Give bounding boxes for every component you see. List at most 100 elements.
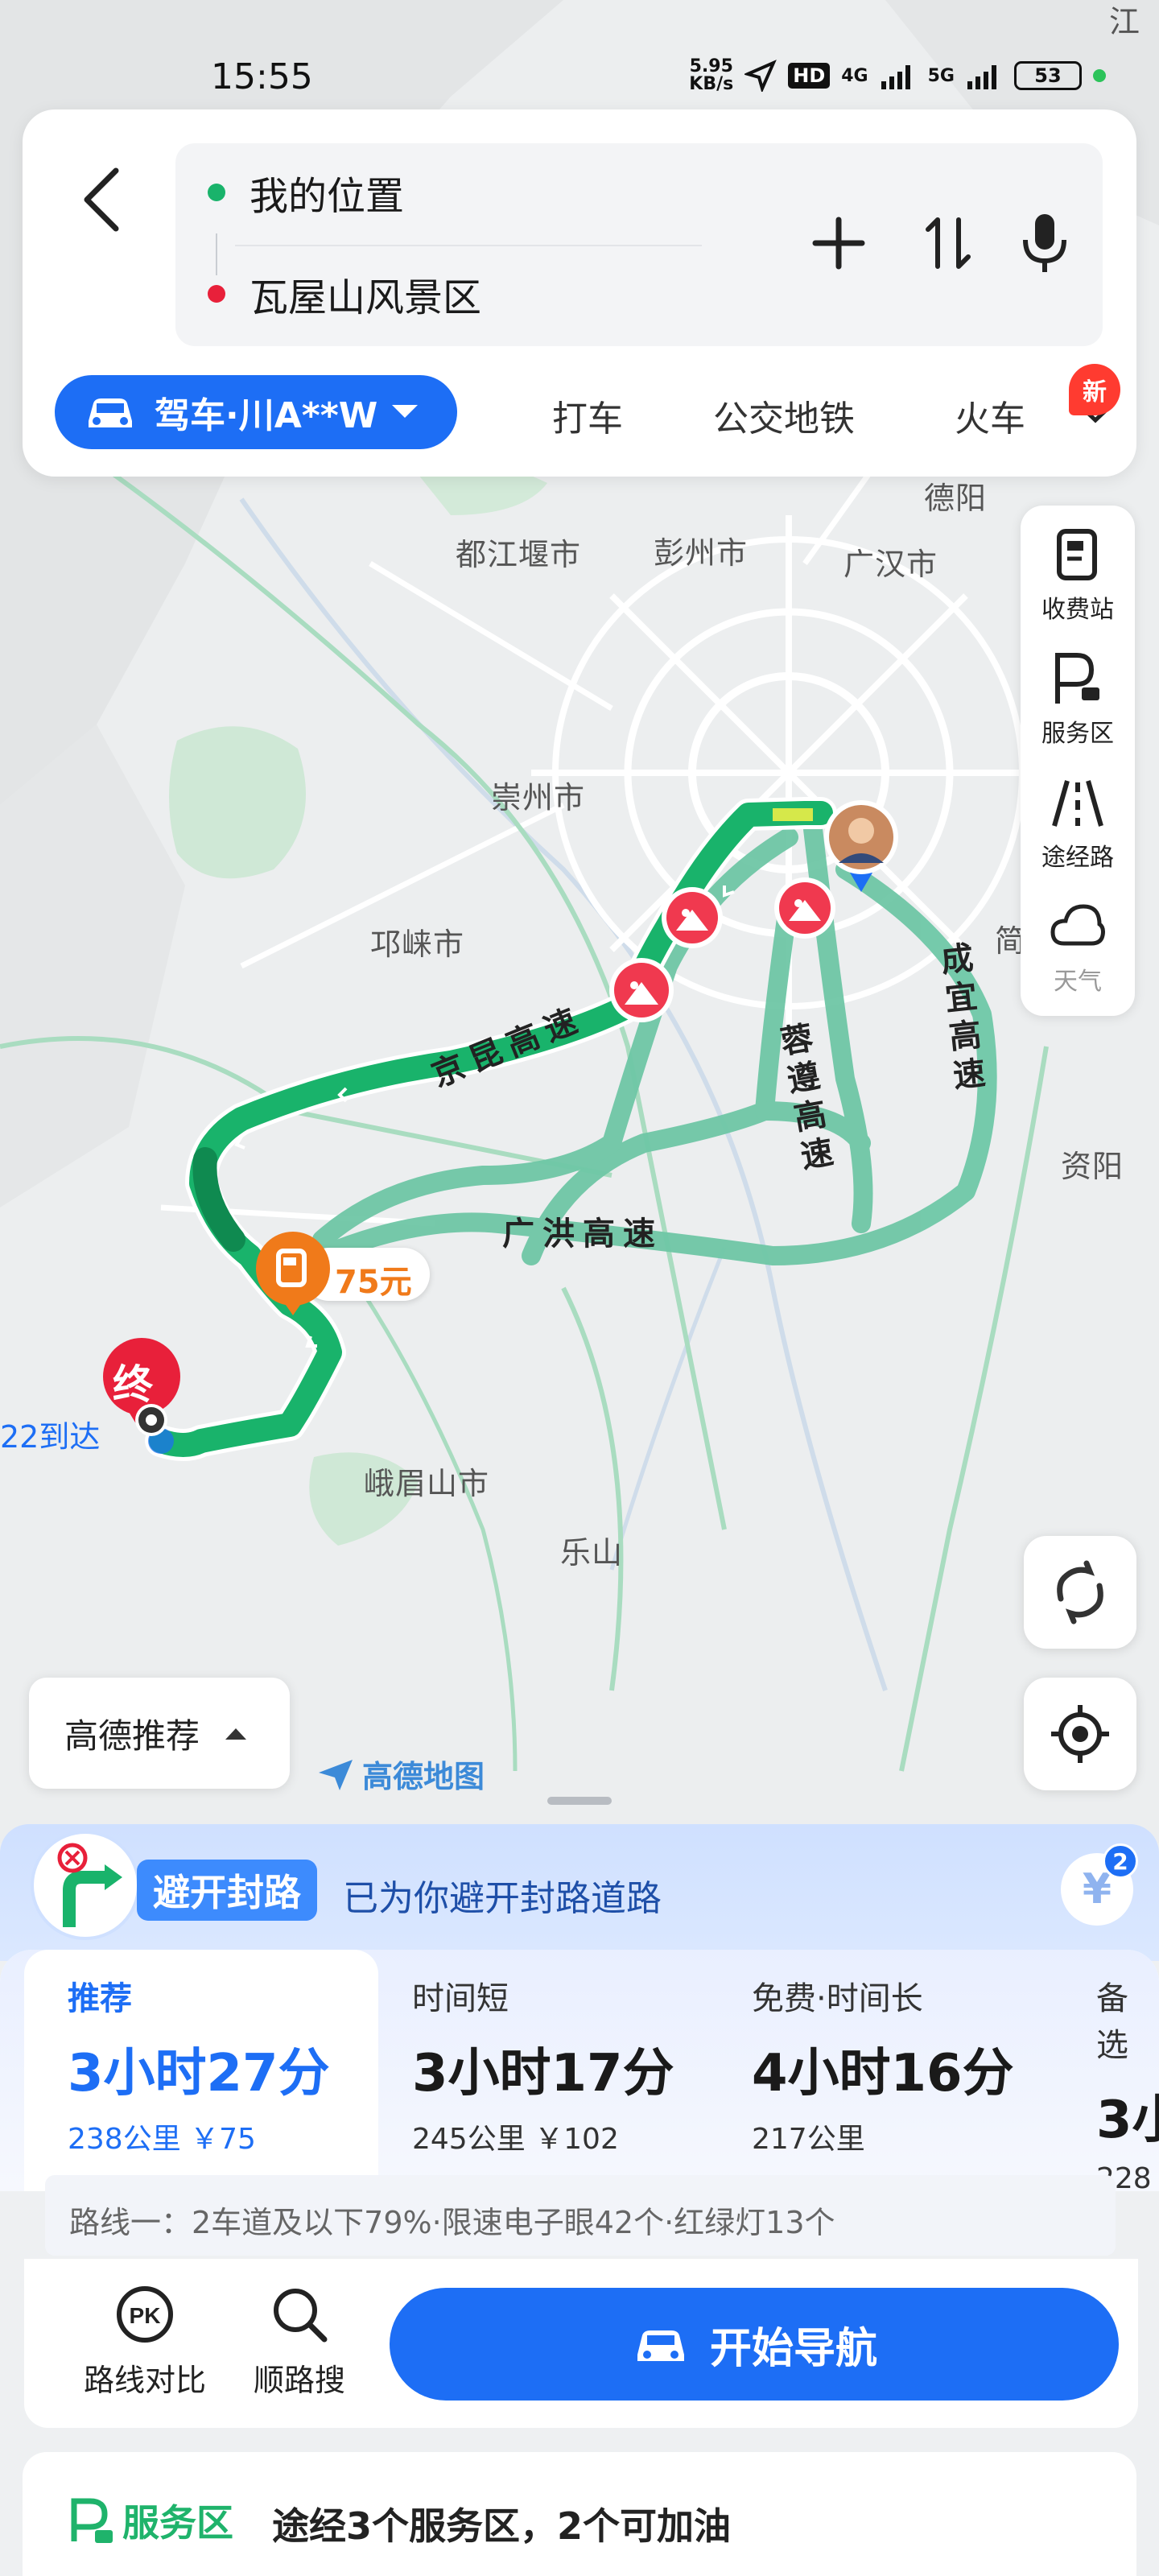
tab-train[interactable]: 火车	[955, 390, 1025, 441]
road-icon	[1052, 780, 1103, 827]
route-distance: 217公里	[752, 2123, 865, 2156]
search-icon	[274, 2289, 328, 2343]
route-option-fastest[interactable]: 时间短 3小时17分 245公里 ￥102	[369, 1950, 723, 2191]
new-badge: 新	[1069, 364, 1120, 415]
roadwork-icon[interactable]	[605, 955, 678, 1035]
destination-text: 瓦屋山风景区	[250, 275, 482, 320]
roadwork-icon[interactable]	[658, 886, 726, 960]
tool-label: 服务区	[1041, 720, 1114, 748]
toll-station-icon	[256, 1232, 330, 1315]
swap-button[interactable]	[913, 208, 984, 279]
route-option-alternate[interactable]: 备选 3小 228	[1048, 1950, 1159, 2191]
city-label: 邛崃市	[370, 927, 465, 962]
destination-label: 终	[113, 1361, 153, 1408]
service-area-tag-label: 服务区	[122, 2501, 233, 2545]
route-compare-button[interactable]: PK 路线对比	[64, 2280, 225, 2409]
city-label: 德阳	[924, 481, 988, 516]
road-label: 广洪高速	[502, 1216, 663, 1253]
search-along-label: 顺路搜	[253, 2363, 345, 2398]
amap-logo-icon	[319, 1759, 353, 1790]
city-label: 江	[1109, 4, 1141, 39]
route-duration: 3小时17分	[412, 2044, 674, 2103]
car-icon	[637, 2330, 684, 2361]
city-label: 资阳	[1061, 1149, 1124, 1184]
city-label: 彭州市	[654, 535, 749, 571]
battery-icon: 53	[1014, 61, 1082, 90]
route-duration: 3小	[1096, 2091, 1159, 2150]
city-label: 乐山	[560, 1535, 624, 1571]
refresh-route-button[interactable]	[1024, 1536, 1136, 1649]
route-option-free[interactable]: 免费·时间长 4小时16分 217公里	[708, 1950, 1062, 2191]
tool-label: 收费站	[1041, 596, 1114, 624]
tab-taxi[interactable]: 打车	[552, 390, 623, 441]
tool-waypoint-road[interactable]: 途经路	[1021, 757, 1135, 877]
tool-weather[interactable]: 天气	[1021, 881, 1135, 1001]
chevron-left-icon	[84, 167, 119, 232]
destination-marker[interactable]: 终	[101, 1336, 182, 1465]
service-area-icon	[1055, 653, 1099, 704]
route-inputs: 我的位置 瓦屋山风景区	[175, 143, 1103, 346]
back-button[interactable]	[68, 156, 132, 245]
locate-icon	[1051, 1705, 1109, 1763]
destination-dot-icon	[208, 285, 225, 303]
route-tag: 时间短	[412, 1980, 509, 2017]
city-label: 都江堰市	[456, 537, 582, 572]
toll-price-marker[interactable]: 75元	[254, 1230, 439, 1319]
service-area-summary: 途经3个服务区，2个可加油	[272, 2504, 732, 2548]
tab-drive-label: 驾车·川A**W	[155, 395, 378, 436]
destination-field[interactable]: 瓦屋山风景区	[208, 258, 481, 330]
net-speed-value: 5.95	[689, 56, 733, 76]
add-waypoint-button[interactable]	[803, 208, 874, 279]
coin-count-badge: 2	[1103, 1843, 1138, 1879]
route-search-card: 我的位置 瓦屋山风景区 驾车·川A**W 打车 公交地铁 火车 新	[23, 109, 1136, 477]
signal-icon	[967, 65, 996, 89]
service-area-tag: 服务区	[68, 2494, 233, 2547]
city-label: 广汉市	[843, 547, 938, 582]
tool-service-area[interactable]: 服务区	[1021, 633, 1135, 753]
swap-icon	[926, 217, 971, 269]
caret-down-icon	[392, 405, 419, 418]
city-label: 崇州市	[491, 780, 586, 815]
tab-transit[interactable]: 公交地铁	[713, 390, 855, 441]
route-preference-button[interactable]: 高德推荐	[29, 1678, 290, 1789]
route-option-recommended[interactable]: 推荐 3小时27分 238公里 ￥75	[24, 1950, 378, 2191]
route-tag: 推荐	[68, 1980, 132, 2017]
city-label: 峨眉山市	[364, 1466, 490, 1501]
service-area-icon	[71, 2498, 113, 2543]
route-preference-label: 高德推荐	[64, 1715, 200, 1756]
refresh-icon	[1057, 1560, 1103, 1624]
plus-icon	[812, 217, 865, 270]
sheet-drag-handle[interactable]	[547, 1797, 612, 1805]
voice-button[interactable]	[1009, 208, 1080, 279]
locate-button[interactable]	[1024, 1678, 1136, 1790]
search-along-button[interactable]: 顺路搜	[219, 2280, 380, 2409]
tab-drive[interactable]: 驾车·川A**W	[55, 375, 457, 449]
tool-label: 途经路	[1041, 844, 1114, 872]
tool-label: 天气	[1054, 968, 1102, 996]
user-location-icon[interactable]	[821, 795, 901, 900]
origin-field[interactable]: 我的位置	[208, 156, 404, 229]
travel-mode-tabs: 驾车·川A**W 打车 公交地铁 火车	[55, 375, 1125, 452]
route-duration: 3小时27分	[68, 2044, 330, 2103]
tool-toll-station[interactable]: 收费站	[1021, 509, 1135, 630]
road-closure-banner[interactable]: 避开封路 已为你避开封路道路 ¥ 2	[0, 1824, 1159, 1961]
start-navigation-button[interactable]: 开始导航	[390, 2288, 1119, 2401]
map-tools-panel: 收费站 服务区 途经路 天气	[1021, 506, 1135, 1016]
avoid-closure-icon	[31, 1831, 140, 1940]
divider	[235, 245, 702, 246]
route-tag: 免费·时间长	[752, 1980, 923, 2017]
route-duration: 4小时16分	[752, 2044, 1014, 2103]
net-speed: 5.95 KB/s	[689, 58, 733, 93]
privacy-dot	[1093, 69, 1106, 82]
route-description: 路线一：2车道及以下79%·限速电子眼42个·红绿灯13个	[45, 2175, 1116, 2256]
status-time: 15:55	[211, 56, 313, 97]
weather-icon	[1050, 904, 1105, 946]
status-bar: 15:55 5.95 KB/s HD 4G 5G 53	[0, 48, 1159, 113]
car-icon	[89, 398, 132, 427]
route-options: 推荐 3小时27分 238公里 ￥75 时间短 3小时17分 245公里 ￥10…	[0, 1950, 1159, 2191]
service-area-card[interactable]: 服务区 途经3个服务区，2个可加油	[23, 2452, 1136, 2576]
origin-dot-icon	[208, 184, 225, 201]
amap-logo: 高德地图	[316, 1752, 485, 1796]
signal-icon	[881, 65, 910, 89]
arrival-label: 22到达	[0, 1419, 101, 1455]
